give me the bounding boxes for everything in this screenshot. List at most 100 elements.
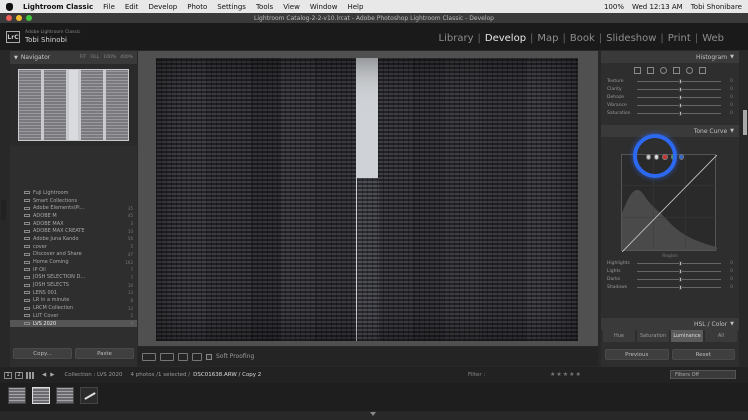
- zoom-window-button[interactable]: [26, 15, 32, 21]
- slider-track[interactable]: [637, 284, 721, 290]
- module-print[interactable]: Print: [666, 33, 693, 44]
- slider-value[interactable]: 0: [725, 261, 733, 266]
- page-2-badge[interactable]: 2: [15, 371, 23, 379]
- tab-saturation[interactable]: Saturation: [637, 330, 669, 342]
- collection-item[interactable]: ADOBE M 45: [10, 212, 137, 220]
- slider-thumb[interactable]: [679, 260, 682, 266]
- collection-item[interactable]: LRCM Collection 12: [10, 304, 137, 312]
- collection-item[interactable]: Home Coming 162: [10, 258, 137, 266]
- adjustment-brush-icon[interactable]: [699, 66, 706, 74]
- grid-view-icon[interactable]: [26, 371, 34, 379]
- compare-swap-icon[interactable]: [178, 352, 188, 361]
- menu-view[interactable]: View: [283, 3, 300, 11]
- tone-curve-header[interactable]: Tone Curve ▼: [601, 125, 739, 137]
- collection-item[interactable]: Adobe Juna Kando 56: [10, 235, 137, 243]
- navigator-preview[interactable]: [10, 64, 137, 146]
- red-eye-icon[interactable]: [660, 66, 667, 74]
- slider-value[interactable]: 0: [725, 285, 733, 290]
- collection-item[interactable]: Fuji Lightroom: [10, 189, 137, 197]
- tab-hue[interactable]: Hue: [603, 330, 635, 342]
- module-web[interactable]: Web: [700, 33, 726, 44]
- slider-value[interactable]: 0: [725, 269, 733, 274]
- loupe-view-icon[interactable]: [142, 352, 156, 361]
- tab-all[interactable]: All: [705, 330, 737, 342]
- paste-settings-button[interactable]: Paste: [75, 348, 134, 359]
- menu-edit[interactable]: Edit: [125, 3, 139, 11]
- collection-item[interactable]: LR in a minute 8: [10, 297, 137, 305]
- filmstrip-toggle-icon[interactable]: [370, 412, 376, 416]
- menu-tools[interactable]: Tools: [256, 3, 273, 11]
- collection-item[interactable]: LVS 2020 4: [10, 319, 137, 328]
- slider-thumb[interactable]: [679, 276, 682, 282]
- zoom-fit[interactable]: FIT: [80, 55, 87, 60]
- slider-value[interactable]: 0: [725, 111, 733, 116]
- close-window-button[interactable]: [6, 15, 12, 21]
- back-arrow-icon[interactable]: ◀: [42, 372, 46, 378]
- menu-user[interactable]: Tobi Shonibare: [691, 3, 742, 11]
- zoom-400[interactable]: 400%: [120, 55, 133, 60]
- spot-removal-icon[interactable]: [647, 66, 654, 74]
- module-library[interactable]: Library: [437, 33, 476, 44]
- collection-item[interactable]: LUT Cover 2: [10, 312, 137, 320]
- slider-track[interactable]: [637, 110, 721, 116]
- module-slideshow[interactable]: Slideshow: [604, 33, 658, 44]
- menu-settings[interactable]: Settings: [217, 3, 246, 11]
- slider-value[interactable]: 0: [725, 87, 733, 92]
- navigator-header[interactable]: ▼ Navigator FIT FILL 100% 400%: [10, 51, 137, 64]
- reset-button[interactable]: Reset: [671, 349, 735, 360]
- crop-tool-icon[interactable]: [634, 66, 641, 74]
- image-canvas[interactable]: [138, 51, 598, 346]
- tab-luminance[interactable]: Luminance: [671, 330, 703, 342]
- collection-item[interactable]: cover 5: [10, 243, 137, 251]
- forward-arrow-icon[interactable]: ▶: [50, 372, 54, 378]
- slider-thumb[interactable]: [679, 78, 682, 84]
- collection-item[interactable]: JOSH SELECTS 16: [10, 281, 137, 289]
- menu-clock[interactable]: Wed 12:13 AM: [632, 3, 683, 11]
- collection-item[interactable]: ADOBE MAX 3: [10, 220, 137, 228]
- slider-track[interactable]: [637, 260, 721, 266]
- collection-item[interactable]: Discover and Share 47: [10, 251, 137, 259]
- slider-value[interactable]: 0: [725, 95, 733, 100]
- menu-develop[interactable]: Develop: [148, 3, 177, 11]
- current-filename[interactable]: DSC01638.ARW / Copy 2: [193, 372, 261, 378]
- slider-track[interactable]: [637, 102, 721, 108]
- module-book[interactable]: Book: [568, 33, 597, 44]
- photo-preview[interactable]: [156, 58, 578, 341]
- filmstrip-source[interactable]: Collection : LVS 2020: [64, 372, 122, 378]
- slider-value[interactable]: 0: [725, 79, 733, 84]
- slider-thumb[interactable]: [679, 110, 682, 116]
- module-map[interactable]: Map: [535, 33, 560, 44]
- collection-item[interactable]: ADOBE MAX CREATE 10: [10, 227, 137, 235]
- slider-track[interactable]: [637, 78, 721, 84]
- menu-file[interactable]: File: [103, 3, 115, 11]
- rating-filter-stars[interactable]: ★★★★★: [550, 371, 582, 378]
- menu-photo[interactable]: Photo: [187, 3, 207, 11]
- collection-item[interactable]: LENS 001 13: [10, 289, 137, 297]
- menu-help[interactable]: Help: [347, 3, 363, 11]
- zoom-100[interactable]: 100%: [103, 55, 116, 60]
- previous-button[interactable]: Previous: [605, 349, 669, 360]
- apple-icon[interactable]: [6, 2, 13, 11]
- menu-app-name[interactable]: Lightroom Classic: [23, 3, 93, 11]
- collection-item[interactable]: JOSH SELECTION D... 7: [10, 274, 137, 282]
- before-after-icon[interactable]: [160, 352, 174, 361]
- collection-item[interactable]: Smart Collections: [10, 197, 137, 205]
- slider-track[interactable]: [637, 276, 721, 282]
- copy-before-after-icon[interactable]: [192, 352, 202, 361]
- slider-value[interactable]: 0: [725, 103, 733, 108]
- filter-select[interactable]: Filters Off: [670, 370, 736, 379]
- hsl-header[interactable]: HSL / Color ▼: [601, 318, 739, 330]
- zoom-fill[interactable]: FILL: [90, 55, 99, 60]
- slider-track[interactable]: [637, 86, 721, 92]
- minimize-window-button[interactable]: [16, 15, 22, 21]
- slider-thumb[interactable]: [679, 284, 682, 290]
- filmstrip-thumb[interactable]: [80, 387, 98, 404]
- collection-item[interactable]: Adobe Elements\Pi... 35: [10, 204, 137, 212]
- module-develop[interactable]: Develop: [483, 33, 528, 44]
- filmstrip-thumb[interactable]: [8, 387, 26, 404]
- right-panel-scrollbar[interactable]: [743, 110, 747, 135]
- radial-filter-icon[interactable]: [686, 66, 693, 74]
- filmstrip-thumb[interactable]: [56, 387, 74, 404]
- page-1-badge[interactable]: 1: [4, 371, 12, 379]
- filmstrip-thumb-selected[interactable]: [32, 387, 50, 404]
